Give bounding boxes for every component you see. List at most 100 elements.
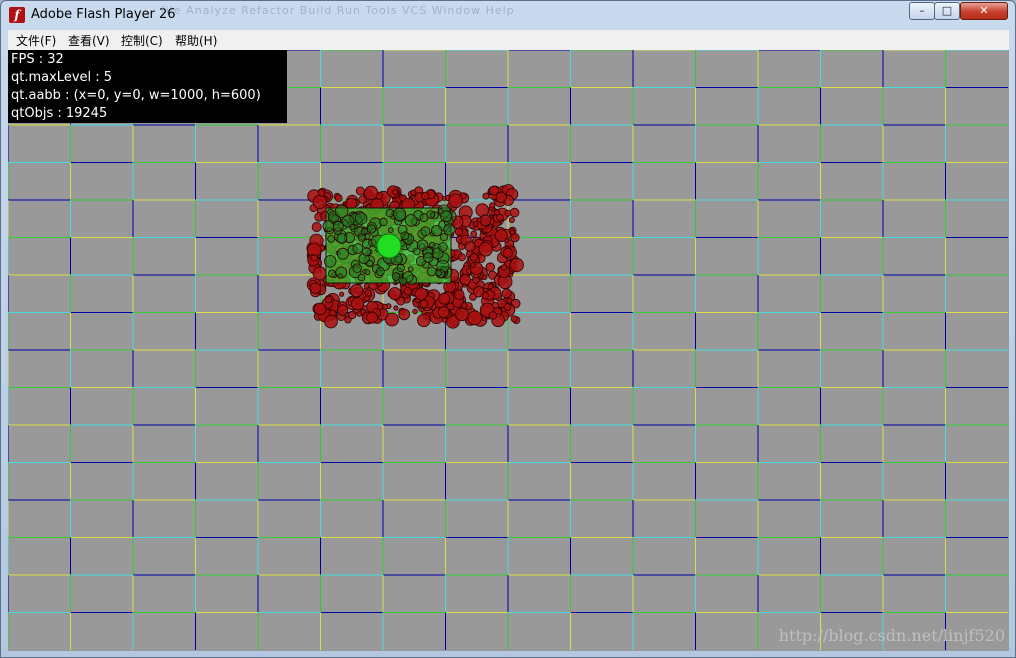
particle: [364, 289, 372, 297]
particle: [488, 185, 499, 196]
particle: [443, 223, 456, 236]
particle: [455, 307, 469, 322]
particle: [419, 299, 429, 309]
particle: [426, 266, 437, 277]
particle: [469, 253, 478, 262]
particle: [493, 209, 501, 216]
menu-bar: 文件(F) 查看(V) 控制(C) 帮助(H): [8, 30, 1009, 51]
particle: [336, 304, 349, 316]
query-center-circle: [376, 233, 402, 259]
fps-readout: FPS : 32: [11, 52, 64, 67]
title-bar[interactable]: f Adobe Flash Player 26 file Analyze Ref…: [1, 1, 1015, 29]
particle: [407, 266, 414, 272]
particle: [351, 297, 365, 311]
particle: [416, 239, 429, 251]
particle: [313, 302, 327, 316]
aabb-readout: qt.aabb : (x=0, y=0, w=1000, h=600): [11, 88, 261, 103]
maximize-button[interactable]: □: [934, 2, 960, 20]
max-level-readout: qt.maxLevel : 5: [11, 70, 113, 85]
particle: [485, 262, 496, 272]
particle: [501, 288, 512, 299]
particle: [336, 233, 348, 244]
quadtree-grid: [8, 50, 1008, 650]
particle: [400, 231, 410, 241]
menu-help[interactable]: 帮助(H): [175, 32, 217, 49]
particle: [423, 252, 434, 263]
particle: [457, 253, 466, 262]
particle: [454, 227, 464, 236]
menu-view[interactable]: 查看(V): [68, 32, 110, 49]
particle: [392, 189, 398, 195]
menu-control[interactable]: 控制(C): [121, 32, 163, 49]
particle: [352, 263, 362, 273]
particle: [364, 269, 371, 276]
particle: [399, 277, 408, 286]
particle: [392, 207, 407, 221]
particle: [355, 186, 365, 196]
particle: [509, 207, 520, 218]
flash-stage[interactable]: FPS : 32 qt.maxLevel : 5 qt.aabb : (x=0,…: [8, 50, 1009, 651]
flash-player-icon: f: [9, 7, 25, 23]
particle: [438, 292, 451, 305]
particle: [363, 283, 370, 289]
particle: [366, 259, 374, 268]
particle: [435, 269, 442, 277]
particle: [503, 303, 512, 311]
particle: [506, 297, 513, 304]
close-button[interactable]: ✕: [960, 2, 1008, 20]
particle: [385, 208, 395, 218]
particle: [419, 213, 429, 223]
particle: [412, 308, 418, 315]
particle: [420, 191, 430, 201]
particle: [375, 267, 385, 276]
particle: [396, 263, 405, 272]
particle: [357, 273, 366, 282]
particle: [429, 241, 436, 249]
particle: [398, 308, 411, 321]
particle: [324, 255, 337, 268]
particle: [360, 227, 368, 235]
particle: [345, 197, 358, 210]
particle: [337, 273, 343, 279]
particle: [379, 217, 388, 227]
particle: [391, 272, 401, 281]
particle: [439, 233, 448, 242]
particle: [387, 227, 394, 233]
particle: [362, 247, 372, 257]
particle: [509, 229, 516, 235]
particle: [467, 310, 483, 326]
particle: [363, 185, 379, 200]
particle: [385, 312, 399, 327]
particle: [393, 305, 399, 311]
particle: [417, 313, 431, 328]
particle: [366, 224, 377, 234]
particle: [356, 311, 363, 317]
particle: [310, 254, 318, 262]
particle: [349, 223, 356, 230]
particle: [349, 283, 364, 298]
particle: [335, 204, 349, 219]
particle: [470, 262, 476, 268]
particle: [437, 306, 450, 319]
particle: [453, 289, 465, 300]
particle: [352, 243, 364, 254]
particle: [354, 212, 368, 225]
particle: [478, 242, 493, 257]
particle: [431, 224, 443, 237]
particle: [461, 302, 468, 309]
objects-count-readout: qtObjs : 19245: [11, 106, 108, 121]
particle: [464, 241, 476, 253]
minimize-button[interactable]: –: [909, 2, 935, 20]
particle: [324, 314, 338, 329]
particle: [339, 291, 345, 297]
particle: [410, 189, 417, 196]
particle: [348, 310, 357, 320]
particle: [388, 287, 402, 301]
watermark: http://blog.csdn.net/linjf520: [778, 626, 1005, 645]
quadtree-canvas[interactable]: [8, 50, 1009, 651]
particle: [327, 235, 335, 243]
particle: [403, 286, 413, 296]
window-title: Adobe Flash Player 26: [31, 7, 176, 22]
menu-file[interactable]: 文件(F): [16, 32, 56, 49]
particle: [489, 202, 496, 209]
